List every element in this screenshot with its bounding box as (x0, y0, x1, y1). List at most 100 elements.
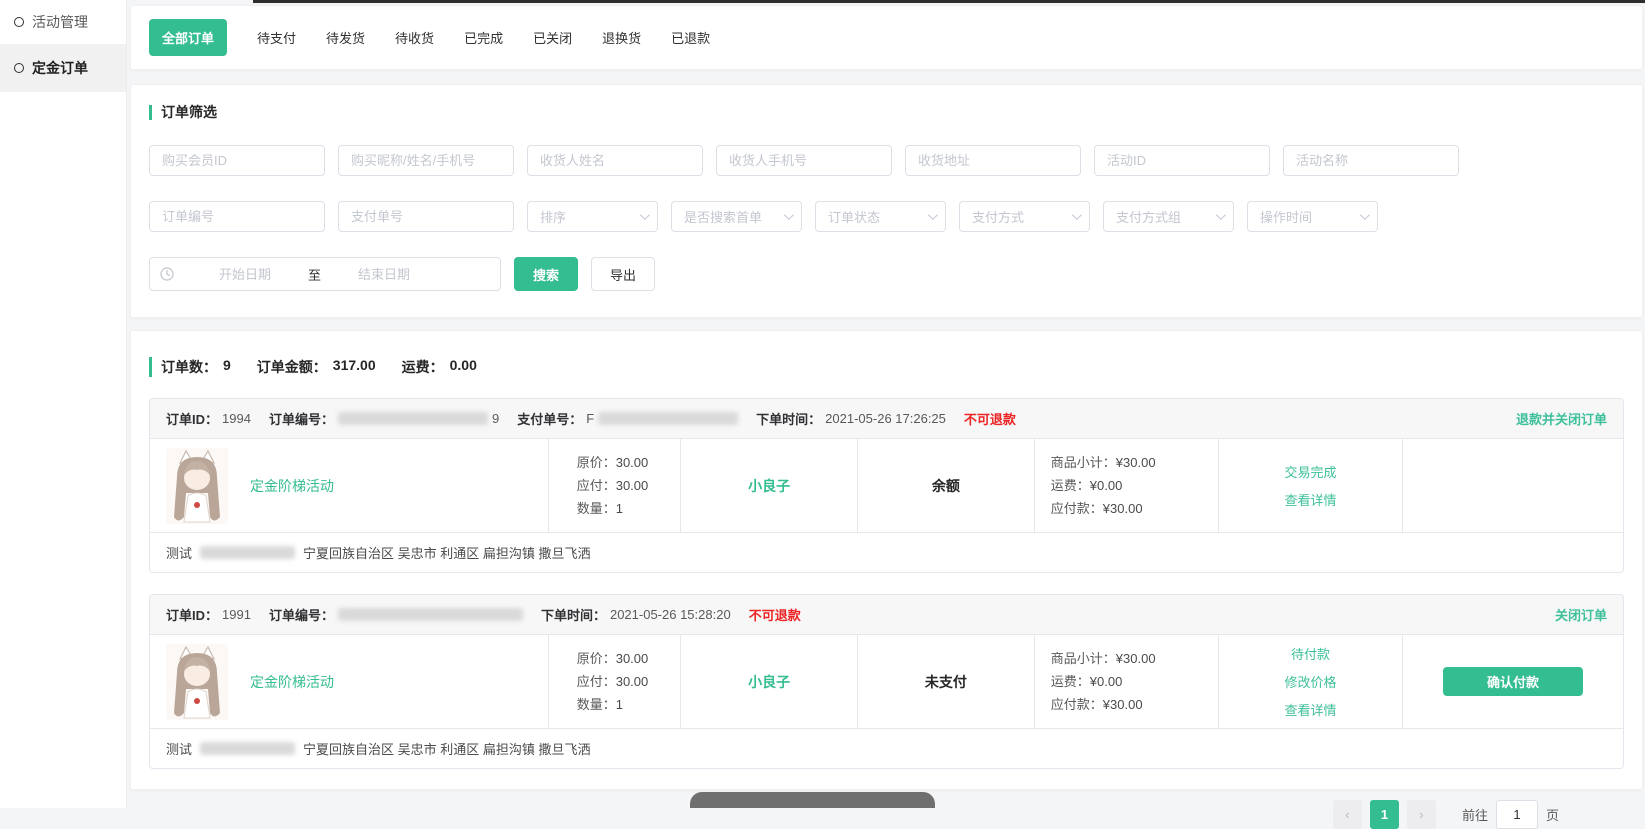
operation-time-select[interactable]: 操作时间 (1247, 201, 1378, 232)
status-links-cell: 待付款 修改价格 查看详情 (1218, 635, 1402, 728)
amount-due-label: 应付款： (1051, 501, 1103, 516)
product-cell: 定金阶梯活动 (150, 439, 548, 532)
order-no-redacted (338, 412, 488, 425)
consignee-phone-input[interactable] (716, 145, 892, 176)
activity-id-input[interactable] (1094, 145, 1270, 176)
order-filter-panel: 订单筛选 排序 是否搜索首单 订单状态 (130, 84, 1643, 318)
circle-bullet-icon (14, 17, 24, 27)
activity-name-input[interactable] (1283, 145, 1459, 176)
first-order-select-value: 是否搜索首单 (684, 207, 762, 226)
sort-select[interactable]: 排序 (527, 201, 658, 232)
prev-page-button[interactable]: ‹ (1333, 800, 1362, 829)
order-id-label: 订单ID： (166, 409, 218, 428)
original-price-label: 原价： (577, 455, 616, 470)
quantity-value: 1 (616, 697, 623, 712)
totals-cell: 商品小计：¥30.00 运费：¥0.00 应付款：¥30.00 (1034, 439, 1218, 532)
buyer-cell: 小良子 (680, 439, 857, 532)
payable-label: 应付： (577, 674, 616, 689)
amount-due-label: 应付款： (1051, 697, 1103, 712)
order-time-value: 2021-05-26 17:26:25 (825, 411, 946, 426)
tab-all-orders[interactable]: 全部订单 (149, 19, 227, 56)
payment-method-select-value: 支付方式 (972, 207, 1024, 226)
order-status-select[interactable]: 订单状态 (815, 201, 946, 232)
shipping-address-input[interactable] (905, 145, 1081, 176)
payment-no-redacted (598, 412, 738, 425)
consignee-phone-redacted (200, 742, 295, 755)
consignee-address: 宁夏回族自治区 吴忠市 利通区 扁担沟镇 撒旦飞洒 (303, 543, 590, 562)
tab-closed[interactable]: 已关闭 (533, 19, 572, 56)
tab-completed[interactable]: 已完成 (464, 19, 503, 56)
consignee-address: 宁夏回族自治区 吴忠市 利通区 扁担沟镇 撒旦飞洒 (303, 739, 590, 758)
view-details-link[interactable]: 查看详情 (1284, 700, 1336, 719)
pending-payment-link[interactable]: 待付款 (1291, 644, 1330, 663)
order-header: 订单ID： 1994 订单编号： 9 支付单号： F 下单时间： 2021-05… (150, 399, 1623, 439)
payment-method-select[interactable]: 支付方式 (959, 201, 1090, 232)
filter-row-2: 排序 是否搜索首单 订单状态 支付方式 支付方式组 操作时间 (149, 201, 1624, 232)
payable-label: 应付： (577, 478, 616, 493)
orders-panel: 订单数： 9 订单金额： 317.00 运费： 0.00 订单ID： 1994 … (130, 330, 1643, 790)
non-refundable-badge: 不可退款 (749, 605, 801, 624)
buyer-nickname-input[interactable] (338, 145, 514, 176)
chevron-down-icon (1360, 210, 1370, 220)
view-details-link[interactable]: 查看详情 (1284, 490, 1336, 509)
chevron-down-icon (784, 210, 794, 220)
price-cell: 原价：30.00 应付：30.00 数量：1 (548, 635, 681, 728)
first-order-select[interactable]: 是否搜索首单 (671, 201, 802, 232)
order-amount-label: 订单金额： (257, 357, 327, 377)
tab-pending-shipment[interactable]: 待发货 (326, 19, 365, 56)
goto-page-input[interactable] (1496, 800, 1538, 829)
window-top-edge (253, 0, 1645, 3)
freight-label: 运费： (402, 357, 444, 377)
export-button[interactable]: 导出 (591, 257, 655, 291)
product-name-link[interactable]: 定金阶梯活动 (250, 672, 334, 692)
confirm-payment-button[interactable]: 确认付款 (1443, 667, 1583, 696)
order-time-value: 2021-05-26 15:28:20 (610, 607, 731, 622)
chevron-down-icon (1216, 210, 1226, 220)
sidebar-item-deposit-orders[interactable]: 定金订单 (0, 44, 126, 92)
date-range-picker[interactable]: 至 (149, 257, 501, 291)
subtotal-value: ¥30.00 (1116, 651, 1156, 666)
order-address-row: 测试 宁夏回族自治区 吴忠市 利通区 扁担沟镇 撒旦飞洒 (150, 728, 1623, 768)
order-count-label: 订单数： (161, 357, 217, 377)
consignee-name-input[interactable] (527, 145, 703, 176)
tab-returns[interactable]: 退换货 (602, 19, 641, 56)
buyer-member-id-input[interactable] (149, 145, 325, 176)
goto-page: 前往 页 (1462, 800, 1559, 829)
action-cell (1402, 439, 1623, 532)
amount-due-value: ¥30.00 (1103, 501, 1143, 516)
start-date-input[interactable] (186, 267, 304, 282)
payment-method-group-select[interactable]: 支付方式组 (1103, 201, 1234, 232)
freight-value: ¥0.00 (1090, 674, 1123, 689)
page-1-button[interactable]: 1 (1370, 800, 1399, 829)
non-refundable-badge: 不可退款 (964, 409, 1016, 428)
order-status-tabs: 全部订单 待支付 待发货 待收货 已完成 已关闭 退换货 已退款 (130, 5, 1643, 70)
order-no-redacted (338, 608, 523, 621)
end-date-input[interactable] (325, 267, 443, 282)
product-name-link[interactable]: 定金阶梯活动 (250, 476, 334, 496)
price-cell: 原价：30.00 应付：30.00 数量：1 (548, 439, 681, 532)
order-time-label: 下单时间： (541, 605, 606, 624)
payable-value: 30.00 (616, 478, 649, 493)
order-no-input[interactable] (149, 201, 325, 232)
sidebar-item-activity-management[interactable]: 活动管理 (0, 0, 126, 44)
transaction-complete-link[interactable]: 交易完成 (1284, 462, 1336, 481)
order-amount-value: 317.00 (333, 357, 376, 377)
payment-method-group-select-value: 支付方式组 (1116, 207, 1181, 226)
product-cell: 定金阶梯活动 (150, 635, 548, 728)
next-page-button[interactable]: › (1407, 800, 1436, 829)
original-price-label: 原价： (577, 651, 616, 666)
orders-summary: 订单数： 9 订单金额： 317.00 运费： 0.00 (149, 357, 1624, 377)
close-order-link[interactable]: 关闭订单 (1555, 605, 1607, 624)
sidebar-item-label: 活动管理 (32, 12, 88, 32)
payment-no-input[interactable] (338, 201, 514, 232)
modify-price-link[interactable]: 修改价格 (1284, 672, 1336, 691)
tab-pending-receipt[interactable]: 待收货 (395, 19, 434, 56)
quantity-label: 数量： (577, 501, 616, 516)
date-range-separator: 至 (308, 265, 321, 284)
tab-pending-payment[interactable]: 待支付 (257, 19, 296, 56)
tab-refunded[interactable]: 已退款 (671, 19, 710, 56)
order-no-suffix: 9 (492, 411, 499, 426)
search-button[interactable]: 搜索 (514, 257, 578, 291)
action-cell: 确认付款 (1402, 635, 1623, 728)
refund-and-close-order-link[interactable]: 退款并关闭订单 (1516, 409, 1607, 428)
